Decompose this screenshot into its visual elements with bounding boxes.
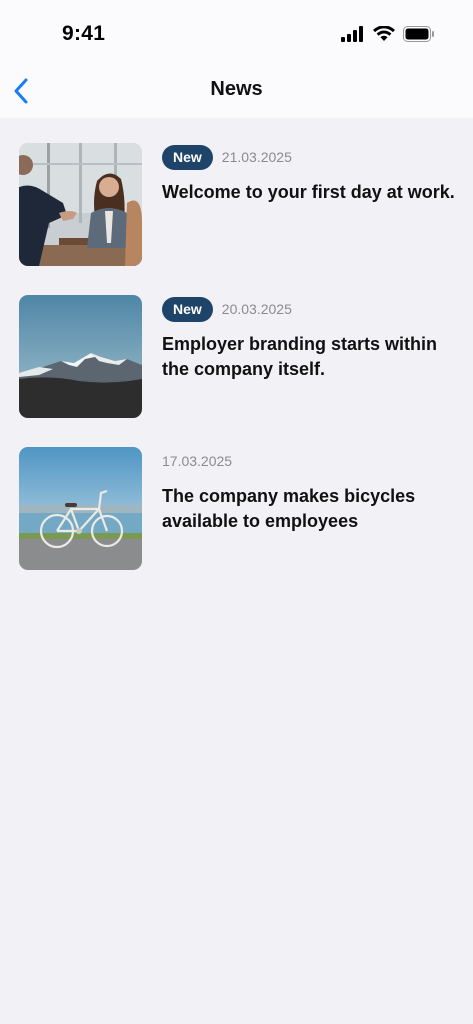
news-screen: 9:41 News New 21.03.2025 Welcome to your… <box>0 0 473 1024</box>
wifi-icon <box>373 26 395 41</box>
header: 9:41 News <box>0 0 473 118</box>
news-meta: New 20.03.2025 <box>162 296 292 322</box>
mountain-photo <box>19 295 142 418</box>
news-meta: 17.03.2025 <box>162 448 232 474</box>
news-date: 20.03.2025 <box>221 301 292 317</box>
news-item[interactable]: 17.03.2025 The company makes bicycles av… <box>19 447 459 571</box>
news-title: Employer branding starts within the comp… <box>162 334 438 379</box>
new-badge: New <box>162 296 213 322</box>
news-title: The company makes bicycles available to … <box>162 486 416 531</box>
news-meta: New 21.03.2025 <box>162 144 292 170</box>
status-icons <box>341 26 435 42</box>
news-item[interactable]: New 21.03.2025 Welcome to your first day… <box>19 143 459 267</box>
office-meeting-photo <box>19 143 142 266</box>
news-date: 21.03.2025 <box>221 149 292 165</box>
battery-icon <box>403 26 434 42</box>
news-item[interactable]: New 20.03.2025 Employer branding starts … <box>19 295 459 419</box>
new-badge: New <box>162 144 213 170</box>
signal-icon <box>341 26 363 42</box>
news-title: Welcome to your first day at work. <box>162 182 455 202</box>
news-date: 17.03.2025 <box>162 453 233 469</box>
status-time: 9:41 <box>62 22 106 45</box>
bicycle-photo <box>19 447 142 570</box>
page-title: News <box>210 78 263 100</box>
